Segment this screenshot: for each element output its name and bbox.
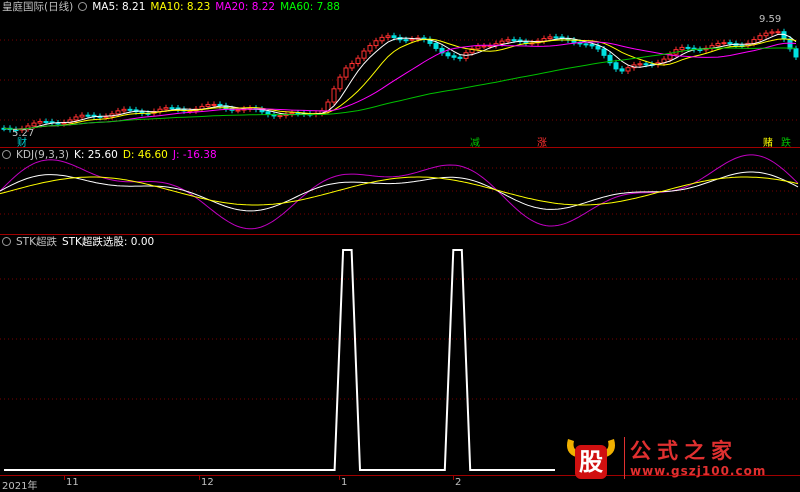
kdj-k-label: K: 25.60	[73, 149, 118, 161]
candle-body	[499, 40, 505, 45]
candle-body	[349, 63, 355, 69]
candle-body	[685, 46, 691, 49]
stk-value: STK超跌选股: 0.00	[61, 236, 155, 248]
candle-body	[715, 42, 721, 47]
watermark-url: www.gszj100.com	[630, 464, 767, 478]
candle-body	[619, 68, 625, 72]
axis-tick	[453, 476, 454, 480]
stk-title: STK超跌	[16, 236, 57, 248]
candle-body	[337, 76, 343, 90]
axis-label-12: 12	[201, 477, 214, 488]
kdj-j-line	[0, 154, 799, 230]
watermark-title: 公式之家	[630, 439, 738, 463]
ma60-line	[3, 47, 797, 130]
candle-body	[547, 36, 553, 40]
candlestick-chart	[0, 28, 800, 134]
kdj-panel[interactable]: KDJ(9,3,3) K: 25.60 D: 46.60 J: -16.38	[0, 148, 800, 234]
bull-logo-icon: 股	[567, 439, 615, 479]
candle-body	[355, 57, 361, 65]
candle-body	[277, 115, 283, 118]
candle-body	[505, 39, 511, 42]
candle-body	[763, 32, 769, 37]
candle-body	[775, 31, 781, 34]
ma20-line	[3, 41, 797, 130]
candle-body	[769, 31, 775, 34]
axis-label-1: 1	[341, 477, 348, 488]
candle-body	[601, 48, 607, 56]
candle-body	[679, 46, 685, 51]
candle-body	[613, 62, 619, 70]
kdj-j-label: J: -16.38	[172, 149, 217, 161]
kdj-title: KDJ(9,3,3)	[16, 149, 69, 161]
candle-body	[361, 50, 367, 59]
candle-body	[523, 41, 529, 44]
candle-body	[553, 36, 559, 39]
candle-body	[73, 116, 79, 121]
candle-body	[793, 48, 799, 58]
candle-body	[409, 38, 415, 41]
candle-body	[373, 40, 379, 47]
candle-body	[85, 114, 91, 117]
axis-label-11: 11	[66, 477, 79, 488]
candle-body	[289, 112, 295, 115]
watermark-logo-char: 股	[579, 448, 603, 476]
candle-body	[637, 63, 643, 66]
candle-body	[115, 110, 121, 115]
candle-body	[403, 39, 409, 42]
watermark: 股 公式之家 www.gszj100.com	[556, 433, 796, 485]
candle-body	[625, 67, 631, 72]
candle-body	[589, 44, 595, 47]
candle-body	[379, 36, 385, 42]
candle-body	[511, 39, 517, 42]
axis-tick	[339, 476, 340, 480]
candle-body	[583, 43, 589, 46]
candle-body	[343, 67, 349, 78]
axis-label-2021: 2021年	[2, 481, 38, 492]
axis-tick	[199, 476, 200, 480]
candle-body	[331, 88, 337, 103]
candle-body	[643, 63, 649, 66]
candle-body	[451, 55, 457, 58]
axis-label-2: 2	[455, 477, 462, 488]
stk-header: STK超跌 STK超跌选股: 0.00	[2, 235, 159, 249]
axis-tick	[64, 476, 65, 480]
candle-body	[121, 108, 127, 112]
candle-body	[445, 52, 451, 57]
candle-body	[475, 45, 481, 50]
high-price-label: 9.59	[759, 14, 782, 25]
kdj-d-label: D: 46.60	[122, 149, 168, 161]
candle-body	[37, 121, 43, 124]
candle-body	[727, 42, 733, 45]
candle-body	[265, 111, 271, 115]
candle-body	[205, 104, 211, 107]
candle-body	[721, 42, 727, 45]
kdj-header: KDJ(9,3,3) K: 25.60 D: 46.60 J: -16.38	[2, 148, 222, 162]
candle-body	[43, 121, 49, 124]
candle-body	[433, 42, 439, 49]
candle-body	[385, 35, 391, 38]
stk-gear-icon[interactable]	[2, 237, 11, 246]
kdj-gear-icon[interactable]	[2, 150, 11, 159]
watermark-separator	[624, 437, 625, 479]
candle-body	[31, 122, 37, 127]
candle-body	[169, 107, 175, 110]
candle-body	[79, 114, 85, 118]
candle-body	[481, 45, 487, 48]
candle-body	[211, 103, 217, 106]
candle-body	[487, 45, 493, 48]
main-chart-panel[interactable]: 皇庭国际(日线) MA5: 8.21 MA10: 8.23 MA20: 8.22 MA6…	[0, 0, 800, 149]
candle-body	[163, 107, 169, 110]
candle-body	[757, 35, 763, 41]
candle-body	[787, 38, 793, 50]
stk-signal-line	[4, 249, 555, 471]
candle-body	[391, 35, 397, 39]
candle-body	[235, 109, 241, 112]
candle-body	[367, 45, 373, 52]
candle-body	[457, 56, 463, 59]
candle-body	[595, 45, 601, 50]
candle-body	[127, 108, 133, 111]
